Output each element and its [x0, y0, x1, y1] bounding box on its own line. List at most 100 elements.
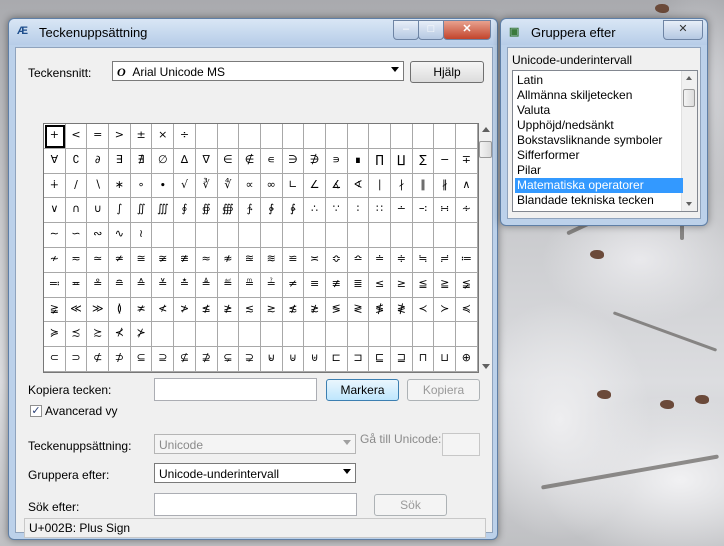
character-cell[interactable]: [369, 124, 391, 149]
character-cell[interactable]: ⊄: [87, 347, 110, 372]
group-title-bar[interactable]: ▣ Gruppera efter ✕: [501, 19, 707, 45]
character-cell[interactable]: ≝: [217, 272, 240, 298]
character-cell[interactable]: [412, 322, 435, 348]
character-cell[interactable]: ⊇: [152, 347, 175, 372]
character-cell[interactable]: ⊓: [412, 347, 435, 372]
character-cell[interactable]: ≖: [65, 272, 88, 298]
character-cell[interactable]: [325, 322, 348, 348]
character-cell[interactable]: ⊔: [434, 347, 457, 372]
character-cell[interactable]: [260, 223, 283, 248]
character-cell[interactable]: ⊐: [347, 347, 370, 372]
character-cell[interactable]: ∧: [456, 173, 478, 199]
character-cell[interactable]: [195, 124, 218, 149]
character-cell[interactable]: ≾: [65, 322, 88, 348]
character-cell[interactable]: ≓: [434, 247, 457, 273]
character-cell[interactable]: [347, 322, 370, 348]
character-cell[interactable]: ±: [130, 124, 153, 149]
character-cell[interactable]: [325, 223, 348, 248]
character-cell[interactable]: ∲: [260, 198, 283, 224]
character-cell[interactable]: ≘: [109, 272, 131, 298]
character-cell[interactable]: ≐: [369, 247, 391, 273]
character-cell[interactable]: [391, 124, 413, 149]
character-cell[interactable]: ≂: [65, 247, 88, 273]
character-cell[interactable]: ∱: [239, 198, 261, 224]
character-cell[interactable]: ⊀: [109, 322, 131, 348]
character-cell[interactable]: ≕: [44, 272, 66, 298]
goto-unicode-field[interactable]: [442, 433, 480, 456]
character-cell[interactable]: ≵: [304, 297, 326, 323]
character-cell[interactable]: [239, 223, 261, 248]
character-cell[interactable]: ⊉: [195, 347, 218, 372]
character-cell[interactable]: ≷: [347, 297, 370, 323]
character-cell[interactable]: ∍: [325, 148, 348, 174]
character-cell[interactable]: ∷: [369, 198, 391, 224]
group-dropdown[interactable]: Unicode-underintervall: [154, 463, 356, 483]
character-cell[interactable]: ∰: [217, 198, 240, 224]
character-cell[interactable]: ∳: [282, 198, 305, 224]
select-button[interactable]: Markera: [326, 379, 399, 401]
character-cell[interactable]: ∫: [109, 198, 131, 224]
character-cell[interactable]: ∏: [369, 148, 391, 174]
character-cell[interactable]: ≜: [195, 272, 218, 298]
list-item[interactable]: Bokstavsliknande symboler: [515, 133, 683, 148]
character-cell[interactable]: ∞: [260, 173, 283, 199]
character-cell[interactable]: +: [44, 124, 66, 149]
character-cell[interactable]: [412, 124, 435, 149]
character-cell[interactable]: ⊁: [130, 322, 153, 348]
character-cell[interactable]: [217, 322, 240, 348]
character-cell[interactable]: ∸: [391, 198, 413, 224]
character-cell[interactable]: ≟: [260, 272, 283, 298]
character-cell[interactable]: ⊊: [217, 347, 240, 372]
character-cell[interactable]: ∘: [130, 173, 153, 199]
character-cell[interactable]: ≡: [304, 272, 326, 298]
character-cell[interactable]: ≯: [174, 297, 196, 323]
character-cell[interactable]: ∕: [65, 173, 88, 199]
character-cell[interactable]: ⊆: [130, 347, 153, 372]
character-cell[interactable]: [391, 223, 413, 248]
character-cell[interactable]: ≽: [44, 322, 66, 348]
character-cell[interactable]: ⊒: [391, 347, 413, 372]
character-cell[interactable]: [347, 124, 370, 149]
character-cell[interactable]: [282, 322, 305, 348]
character-cell[interactable]: ≍: [304, 247, 326, 273]
character-cell[interactable]: ∊: [260, 148, 283, 174]
character-cell[interactable]: [434, 322, 457, 348]
character-cell[interactable]: ∯: [195, 198, 218, 224]
character-cell[interactable]: ∼: [44, 223, 66, 248]
character-cell[interactable]: ⊑: [369, 347, 391, 372]
character-cell[interactable]: ∁: [65, 148, 88, 174]
character-cell[interactable]: ≢: [325, 272, 348, 298]
character-cell[interactable]: [174, 322, 196, 348]
character-cell[interactable]: ≶: [325, 297, 348, 323]
subrange-list[interactable]: Latin Allmänna skiljetecken Valuta Upphöjd/…: [512, 70, 698, 212]
close-button[interactable]: ✕: [443, 20, 491, 40]
character-cell[interactable]: ⊌: [260, 347, 283, 372]
character-cell[interactable]: ≇: [174, 247, 196, 273]
grid-scrollbar[interactable]: [479, 123, 492, 373]
character-cell[interactable]: ∇: [195, 148, 218, 174]
character-cell[interactable]: ÷: [174, 124, 196, 149]
character-cell[interactable]: ≮: [152, 297, 175, 323]
character-cell[interactable]: ≎: [325, 247, 348, 273]
character-cell[interactable]: ⊏: [325, 347, 348, 372]
character-cell[interactable]: ≁: [44, 247, 66, 273]
character-cell[interactable]: [347, 223, 370, 248]
character-cell[interactable]: ∿: [109, 223, 131, 248]
character-cell[interactable]: [239, 124, 261, 149]
character-cell[interactable]: ∦: [434, 173, 457, 199]
character-cell[interactable]: [456, 322, 478, 348]
character-cell[interactable]: [412, 223, 435, 248]
character-cell[interactable]: ∛: [195, 173, 218, 199]
character-cell[interactable]: ≼: [456, 297, 478, 323]
character-cell[interactable]: [369, 322, 391, 348]
character-cell[interactable]: ∈: [217, 148, 240, 174]
character-cell[interactable]: [195, 223, 218, 248]
character-cell[interactable]: ∺: [434, 198, 457, 224]
character-cell[interactable]: ⊈: [174, 347, 196, 372]
character-cell[interactable]: ∪: [87, 198, 110, 224]
character-cell[interactable]: ≧: [434, 272, 457, 298]
character-cell[interactable]: ≦: [412, 272, 435, 298]
character-cell[interactable]: ∻: [456, 198, 478, 224]
character-cell[interactable]: ∐: [391, 148, 413, 174]
character-cell[interactable]: ∂: [87, 148, 110, 174]
